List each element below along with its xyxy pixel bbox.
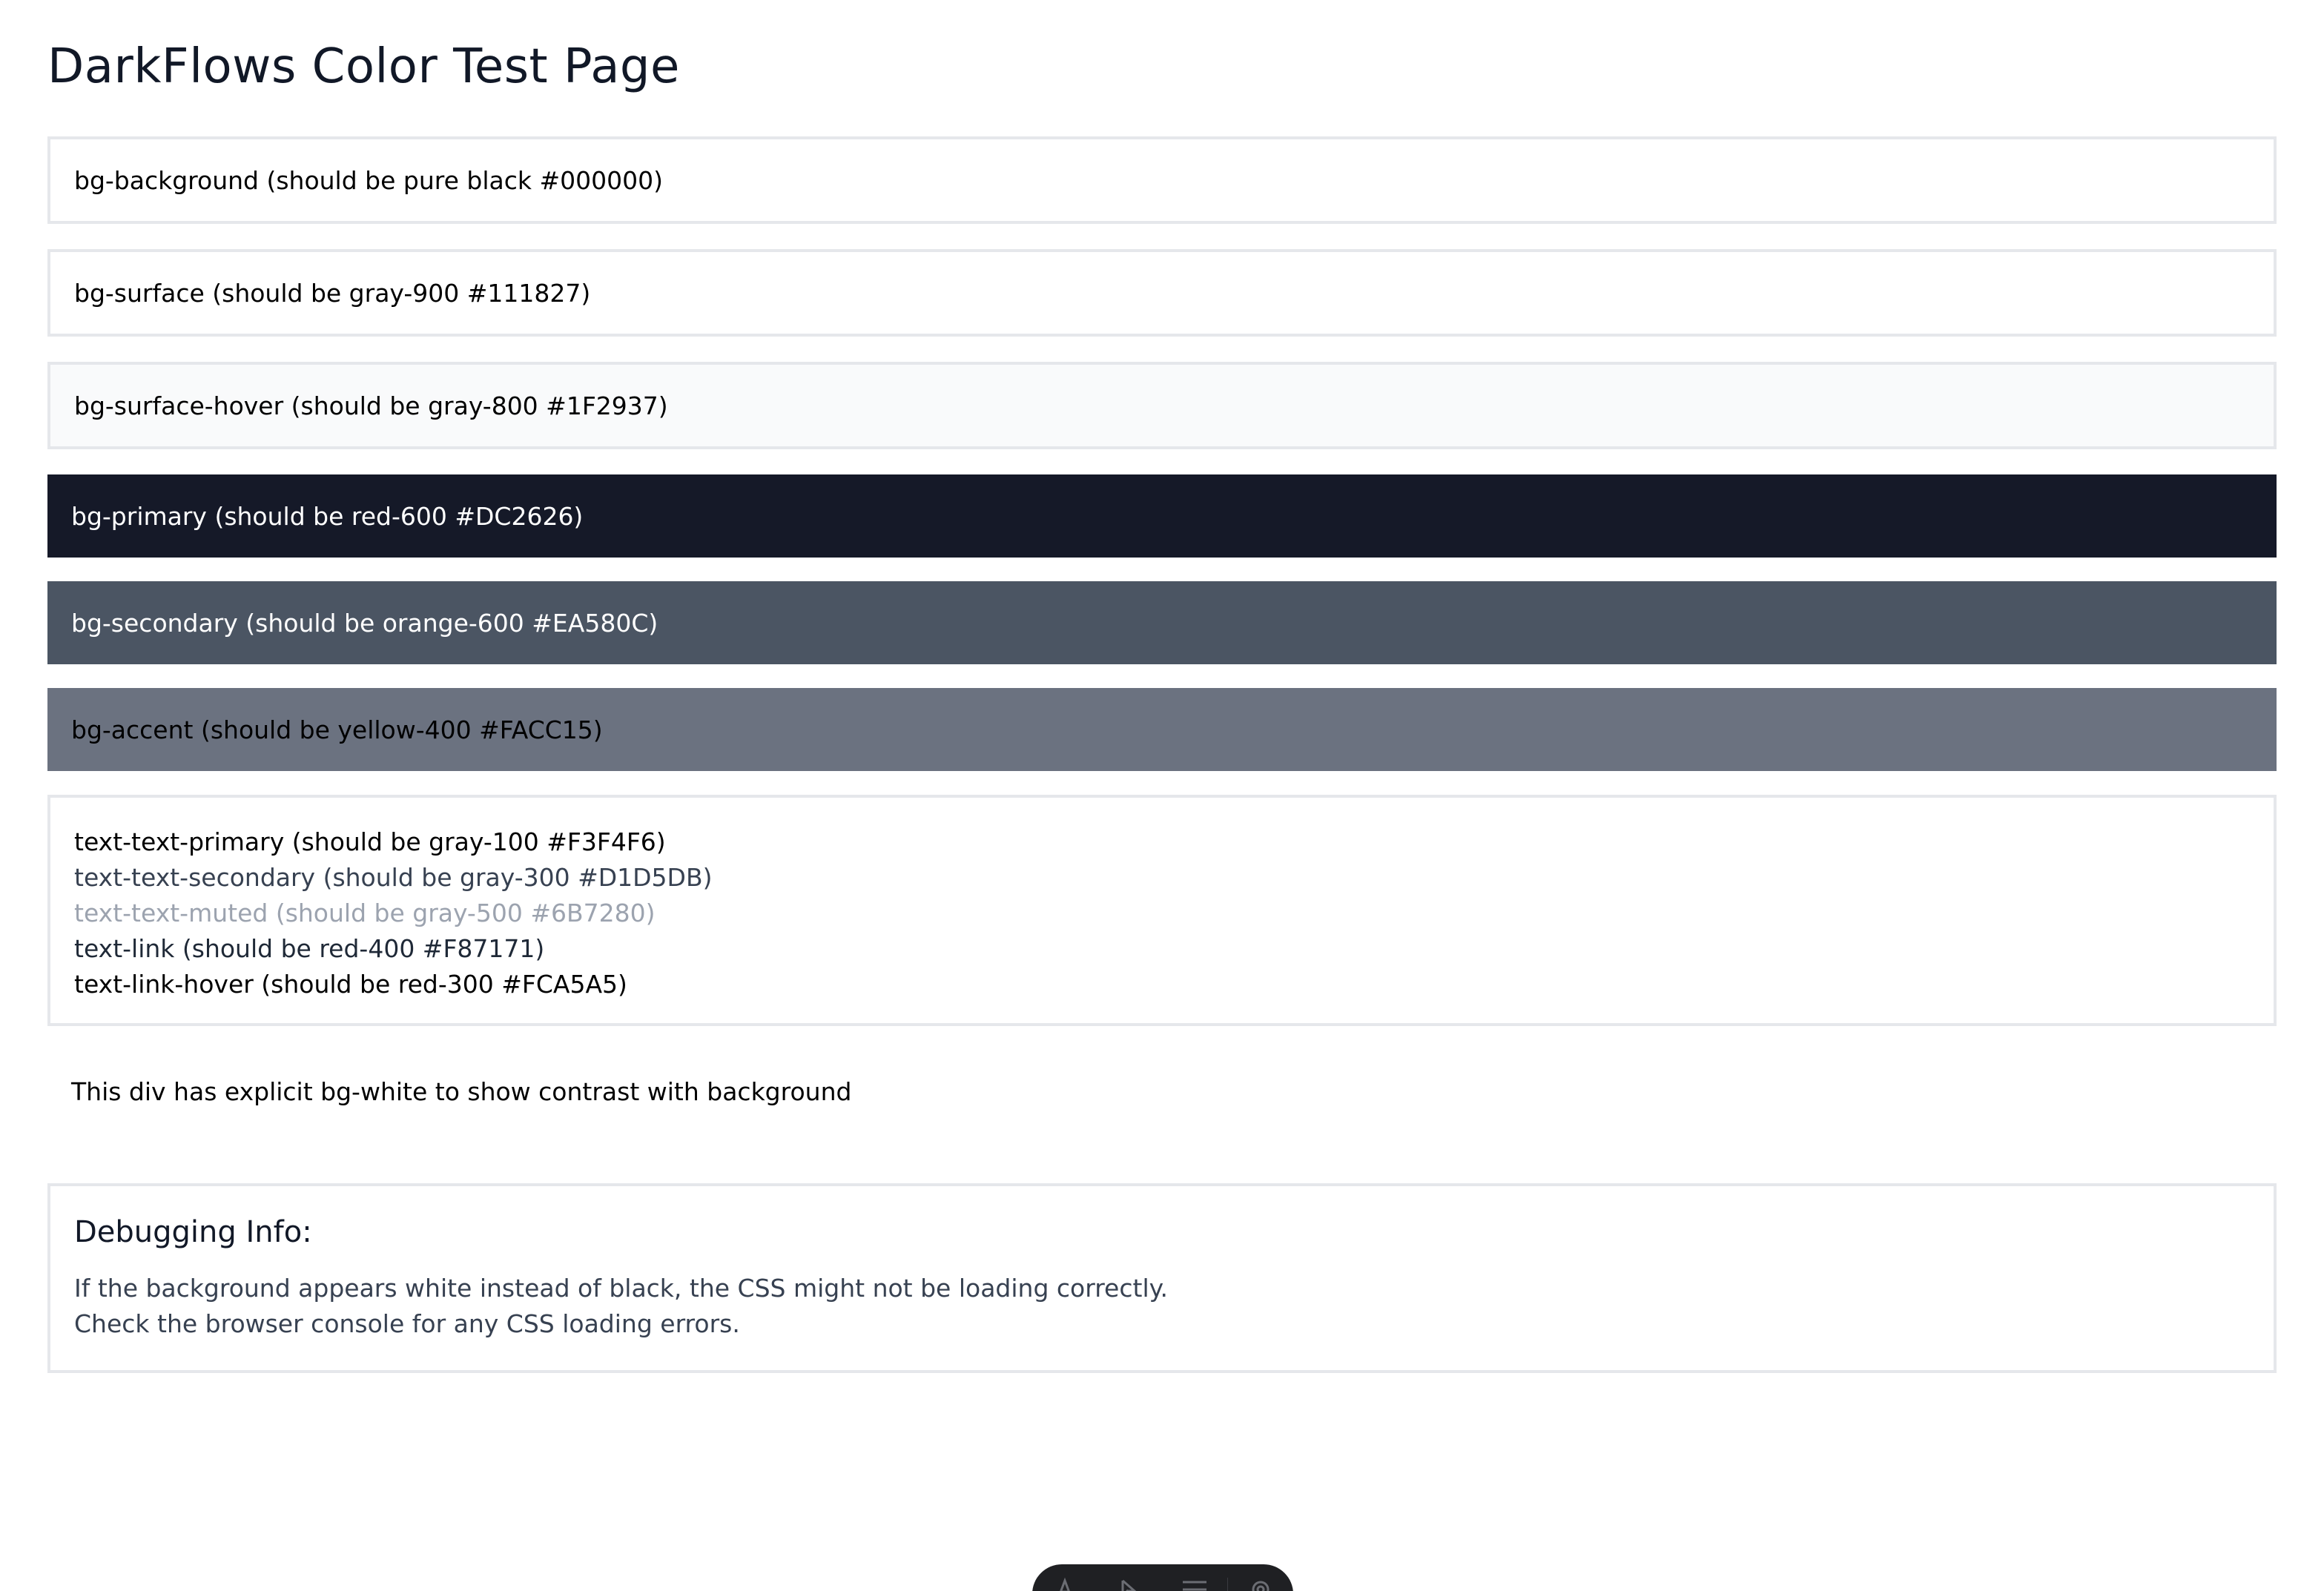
swatch-accent-label: bg-accent (should be yellow-400 #FACC15): [71, 715, 603, 744]
swatch-surface-hover-label: bg-surface-hover (should be gray-800 #1F…: [74, 391, 668, 420]
debug-heading: Debugging Info:: [74, 1215, 312, 1249]
text-secondary-sample: text-text-secondary (should be gray-300 …: [74, 863, 713, 892]
page-root: DarkFlows Color Test Page bg-background …: [0, 0, 2324, 1591]
white-contrast-div: This div has explicit bg-white to show c…: [47, 1026, 2277, 1157]
dev-toolbar[interactable]: [1032, 1564, 1293, 1591]
settings-icon[interactable]: [1228, 1578, 1293, 1591]
swatch-surface-hover: bg-surface-hover (should be gray-800 #1F…: [47, 362, 2277, 449]
text-link-hover-sample: text-link-hover (should be red-300 #FCA5…: [74, 970, 627, 999]
debug-line-1: If the background appears white instead …: [74, 1274, 1168, 1303]
debug-panel: Debugging Info: If the background appear…: [47, 1183, 2277, 1373]
text-samples-panel: text-text-primary (should be gray-100 #F…: [47, 795, 2277, 1026]
swatch-secondary: bg-secondary (should be orange-600 #EA58…: [47, 581, 2277, 664]
menu-icon[interactable]: [1162, 1578, 1227, 1591]
pointer-icon[interactable]: [1097, 1578, 1163, 1591]
text-primary-sample: text-text-primary (should be gray-100 #F…: [74, 827, 666, 856]
text-icon[interactable]: [1032, 1578, 1097, 1591]
swatch-primary-label: bg-primary (should be red-600 #DC2626): [71, 501, 584, 531]
swatch-accent: bg-accent (should be yellow-400 #FACC15): [47, 688, 2277, 771]
swatch-surface: bg-surface (should be gray-900 #111827): [47, 249, 2277, 337]
page-title: DarkFlows Color Test Page: [47, 39, 680, 94]
swatch-surface-label: bg-surface (should be gray-900 #111827): [74, 278, 591, 308]
text-link-sample: text-link (should be red-400 #F87171): [74, 934, 545, 963]
text-muted-sample: text-text-muted (should be gray-500 #6B7…: [74, 899, 656, 927]
swatch-primary: bg-primary (should be red-600 #DC2626): [47, 474, 2277, 558]
white-contrast-text: This div has explicit bg-white to show c…: [71, 1076, 852, 1106]
swatch-secondary-label: bg-secondary (should be orange-600 #EA58…: [71, 608, 658, 638]
debug-line-2: Check the browser console for any CSS lo…: [74, 1309, 740, 1338]
swatch-background: bg-background (should be pure black #000…: [47, 136, 2277, 224]
swatch-background-label: bg-background (should be pure black #000…: [74, 165, 663, 195]
